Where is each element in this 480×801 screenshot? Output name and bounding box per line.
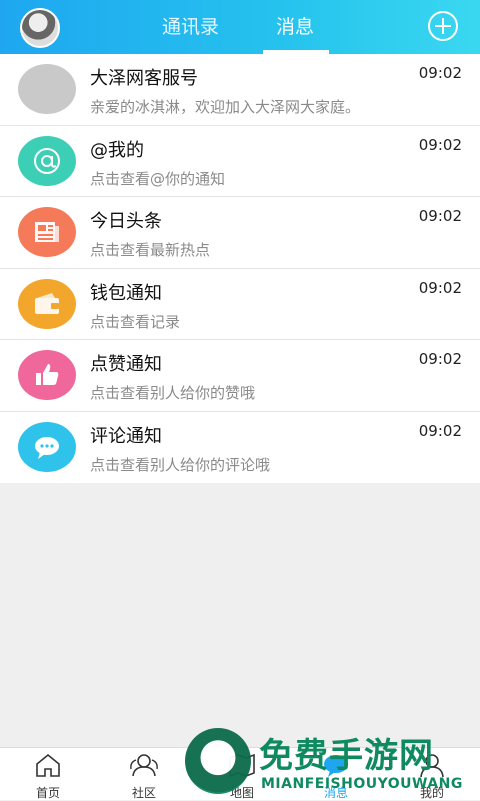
comment-icon bbox=[18, 421, 76, 472]
message-title: @我的 bbox=[90, 139, 144, 161]
at-glyph bbox=[34, 147, 60, 174]
message-item-headlines[interactable]: 今日头条 点击查看最新热点 09:02 bbox=[0, 197, 480, 269]
message-time: 09:02 bbox=[418, 421, 462, 440]
nav-home[interactable]: 首页 bbox=[18, 752, 78, 801]
top-bar: 通讯录 消息 bbox=[0, 0, 480, 54]
nav-label: 首页 bbox=[35, 786, 60, 800]
message-time: 09:02 bbox=[418, 64, 462, 82]
message-subtitle: 点击查看@你的通知 bbox=[90, 169, 226, 188]
message-subtitle: 亲爱的冰淇淋，欢迎加入大泽网大家庭。 bbox=[90, 98, 361, 116]
tab-contacts[interactable]: 通讯录 bbox=[162, 12, 219, 39]
message-item-comments[interactable]: 评论通知 点击查看别人给你的评论哦 09:02 bbox=[0, 412, 480, 484]
message-subtitle: 点击查看最新热点 bbox=[90, 241, 211, 259]
user-avatar[interactable] bbox=[20, 8, 60, 48]
message-time: 09:02 bbox=[418, 278, 462, 297]
message-title: 评论通知 bbox=[90, 425, 162, 447]
message-item-mentions[interactable]: @我的 点击查看@你的通知 09:02 bbox=[0, 126, 480, 197]
site-watermark: 免费手游网 MIANFEISHOUYOUWANG bbox=[185, 726, 480, 800]
message-list: 大泽网客服号 亲爱的冰淇淋，欢迎加入大泽网大家庭。 09:02 @我的 点击查看… bbox=[0, 54, 480, 483]
message-subtitle: 点击查看记录 bbox=[90, 312, 181, 331]
community-icon bbox=[130, 754, 158, 777]
message-item-service[interactable]: 大泽网客服号 亲爱的冰淇淋，欢迎加入大泽网大家庭。 09:02 bbox=[0, 54, 480, 126]
message-title: 点赞通知 bbox=[90, 354, 162, 375]
home-icon bbox=[36, 753, 60, 777]
newspaper-glyph bbox=[35, 222, 59, 242]
comment-glyph bbox=[35, 436, 59, 459]
tab-messages[interactable]: 消息 bbox=[276, 12, 314, 39]
message-item-wallet[interactable]: 钱包通知 点击查看记录 09:02 bbox=[0, 269, 480, 340]
message-time: 09:02 bbox=[418, 135, 462, 154]
message-title: 今日头条 bbox=[90, 211, 162, 232]
watermark-logo-icon bbox=[185, 728, 251, 794]
message-title: 大泽网客服号 bbox=[90, 68, 198, 89]
message-item-likes[interactable]: 点赞通知 点击查看别人给你的赞哦 09:02 bbox=[0, 340, 480, 412]
wallet-glyph bbox=[35, 292, 59, 314]
newspaper-icon bbox=[18, 207, 76, 257]
watermark-subtitle: MIANFEISHOUYOUWANG bbox=[261, 776, 463, 792]
message-time: 09:02 bbox=[418, 207, 462, 225]
message-title: 钱包通知 bbox=[90, 282, 162, 304]
message-subtitle: 点击查看别人给你的评论哦 bbox=[90, 455, 271, 474]
nav-community[interactable]: 社区 bbox=[114, 752, 174, 801]
service-avatar-icon bbox=[18, 64, 76, 114]
thumbs-up-glyph bbox=[36, 364, 59, 385]
message-subtitle: 点击查看别人给你的赞哦 bbox=[90, 384, 256, 402]
thumbs-up-icon bbox=[18, 350, 76, 400]
at-icon bbox=[18, 135, 76, 186]
wallet-icon bbox=[18, 278, 76, 329]
add-icon[interactable] bbox=[428, 11, 458, 41]
nav-label: 社区 bbox=[131, 786, 156, 800]
message-time: 09:02 bbox=[418, 350, 462, 368]
watermark-title: 免费手游网 bbox=[259, 736, 434, 776]
